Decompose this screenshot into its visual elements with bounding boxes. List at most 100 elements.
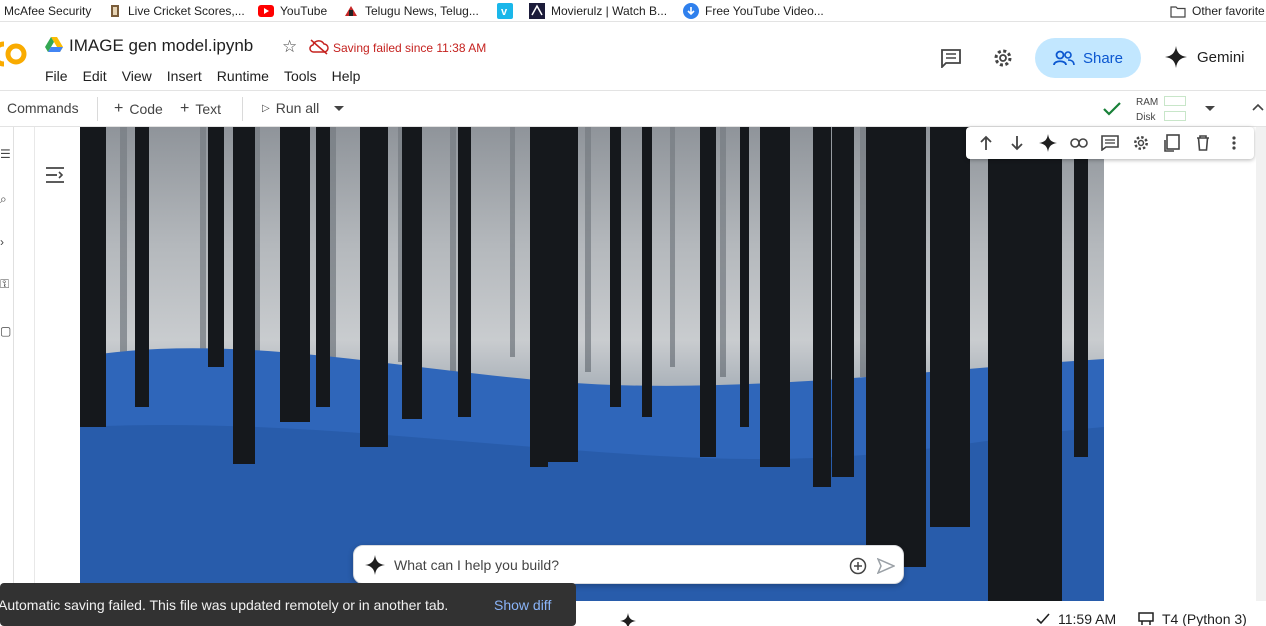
generated-image-output	[80, 127, 1104, 601]
save-status[interactable]: Saving failed since 11:38 AM	[333, 41, 486, 55]
add-circle-icon[interactable]	[849, 557, 867, 575]
menu-file[interactable]: File	[45, 68, 68, 84]
bookmark-cricket[interactable]: Live Cricket Scores,...	[108, 3, 245, 19]
move-down-button[interactable]	[1006, 132, 1028, 154]
secrets-icon[interactable]: ⚿	[0, 277, 9, 292]
gemini-sparkle-icon	[365, 555, 385, 575]
last-run-time: 11:59 AM	[1058, 611, 1117, 626]
bookmark-label: McAfee Security	[4, 4, 92, 18]
more-vert-icon	[1232, 136, 1237, 150]
star-icon[interactable]: ☆	[282, 37, 297, 57]
add-text-button[interactable]: + Text	[180, 100, 221, 118]
vimeo-icon: v	[497, 3, 513, 19]
download-icon	[683, 3, 699, 19]
cell-settings-button[interactable]	[1130, 132, 1152, 154]
gear-icon	[994, 49, 1012, 67]
colab-logo-icon[interactable]	[0, 40, 30, 68]
more-options-button[interactable]	[1223, 132, 1245, 154]
colab-window: McAfee Security Live Cricket Scores,... …	[0, 0, 1266, 626]
search-icon[interactable]: ⌕	[0, 192, 7, 207]
menu-insert[interactable]: Insert	[167, 68, 202, 84]
link-button[interactable]	[1068, 132, 1090, 154]
comment-icon	[941, 49, 961, 68]
bookmark-label: Other favorite	[1192, 4, 1265, 18]
variables-icon[interactable]: ›	[0, 235, 4, 249]
move-up-button[interactable]	[975, 132, 997, 154]
gemini-prompt-input[interactable]	[394, 555, 834, 575]
runtime-status[interactable]: T4 (Python 3)	[1138, 611, 1247, 626]
notebook-title[interactable]: IMAGE gen model.ipynb	[69, 36, 253, 56]
toolbar-divider	[242, 97, 243, 121]
caret-down-icon	[334, 106, 344, 111]
run-all-button[interactable]: ▷ Run all	[262, 100, 319, 116]
mirror-cell-button[interactable]	[1161, 132, 1183, 154]
add-code-button[interactable]: + Code	[114, 100, 163, 118]
bookmark-label: YouTube	[280, 4, 328, 18]
run-all-dropdown[interactable]	[333, 105, 345, 112]
notebook-toolbar: Commands + Code + Text ▷ Run all RAM Dis…	[0, 90, 1266, 127]
snackbar-message: Automatic saving failed. This file was u…	[0, 597, 449, 613]
notebook-header: IMAGE gen model.ipynb ☆ Saving failed si…	[0, 22, 1266, 90]
last-run-status[interactable]: 11:59 AM	[1036, 611, 1116, 626]
connected-check-icon	[1103, 102, 1121, 116]
menu-help[interactable]: Help	[332, 68, 361, 84]
delete-cell-button[interactable]	[1192, 132, 1214, 154]
bookmark-movierulz[interactable]: Movierulz | Watch B...	[529, 3, 667, 19]
comment-cell-button[interactable]	[1099, 132, 1121, 154]
left-rail: ☰ ⌕ › ⚿ ▢	[0, 127, 14, 626]
folder-icon	[1170, 6, 1186, 18]
google-drive-icon	[45, 37, 63, 52]
send-icon[interactable]	[877, 558, 895, 574]
menu-view[interactable]: View	[122, 68, 152, 84]
menu-runtime[interactable]: Runtime	[217, 68, 269, 84]
menu-edit[interactable]: Edit	[83, 68, 107, 84]
ram-meter	[1164, 96, 1186, 106]
gemini-sparkle-icon[interactable]	[620, 613, 636, 626]
svg-text:v: v	[501, 6, 508, 18]
tab-mirror-icon	[1164, 134, 1181, 152]
gemini-sparkle-icon	[1038, 134, 1057, 152]
resource-monitor[interactable]: RAM Disk	[1136, 95, 1158, 125]
runtime-label: T4 (Python 3)	[1162, 611, 1247, 626]
news-icon	[345, 6, 357, 16]
movie-icon	[529, 3, 545, 19]
bookmark-label: Movierulz | Watch B...	[551, 4, 668, 18]
files-icon[interactable]: ▢	[0, 324, 11, 338]
share-button[interactable]: Share	[1035, 38, 1141, 78]
runtime-dropdown[interactable]	[1204, 105, 1216, 112]
bookmark-label: Telugu News, Telug...	[365, 4, 479, 18]
menu-tools[interactable]: Tools	[284, 68, 317, 84]
play-icon: ▷	[262, 102, 270, 114]
cricket-icon	[111, 5, 119, 17]
collapse-toolbar-button[interactable]	[1252, 103, 1264, 111]
bookmark-youtube-downloader[interactable]: Free YouTube Video...	[683, 3, 824, 19]
gemini-label: Gemini	[1197, 48, 1245, 66]
youtube-icon	[258, 5, 274, 17]
bookmark-other-favorites[interactable]: Other favorite	[1170, 3, 1265, 19]
settings-button[interactable]	[985, 40, 1021, 76]
bookmark-vimeo[interactable]: v	[497, 3, 513, 19]
cloud-off-icon[interactable]	[309, 39, 329, 55]
commands-button[interactable]: Commands	[7, 100, 79, 116]
gemini-button[interactable]: Gemini	[1165, 46, 1245, 68]
arrow-up-icon	[979, 135, 992, 150]
comments-button[interactable]	[933, 40, 969, 76]
bookmark-youtube[interactable]: YouTube	[258, 3, 327, 19]
bookmark-mcafee[interactable]: McAfee Security	[4, 3, 91, 19]
disk-label: Disk	[1136, 112, 1156, 123]
toc-icon[interactable]: ☰	[0, 147, 11, 161]
bookmark-telugu-news[interactable]: Telugu News, Telug...	[343, 3, 479, 19]
run-all-label: Run all	[275, 100, 320, 116]
right-scrollbar[interactable]	[1256, 127, 1266, 601]
runtime-icon	[1138, 612, 1154, 625]
code-label: Code	[129, 101, 163, 117]
people-icon	[1053, 50, 1075, 66]
output-collapse-icon[interactable]	[44, 165, 66, 185]
show-diff-button[interactable]: Show diff	[494, 597, 551, 613]
gemini-sparkle-icon	[1165, 46, 1187, 68]
plus-icon: +	[114, 100, 124, 117]
commands-label: Commands	[7, 100, 79, 116]
bookmarks-bar: McAfee Security Live Cricket Scores,... …	[0, 0, 1266, 22]
gemini-cell-button[interactable]	[1037, 132, 1059, 154]
bookmark-label: Live Cricket Scores,...	[128, 4, 245, 18]
